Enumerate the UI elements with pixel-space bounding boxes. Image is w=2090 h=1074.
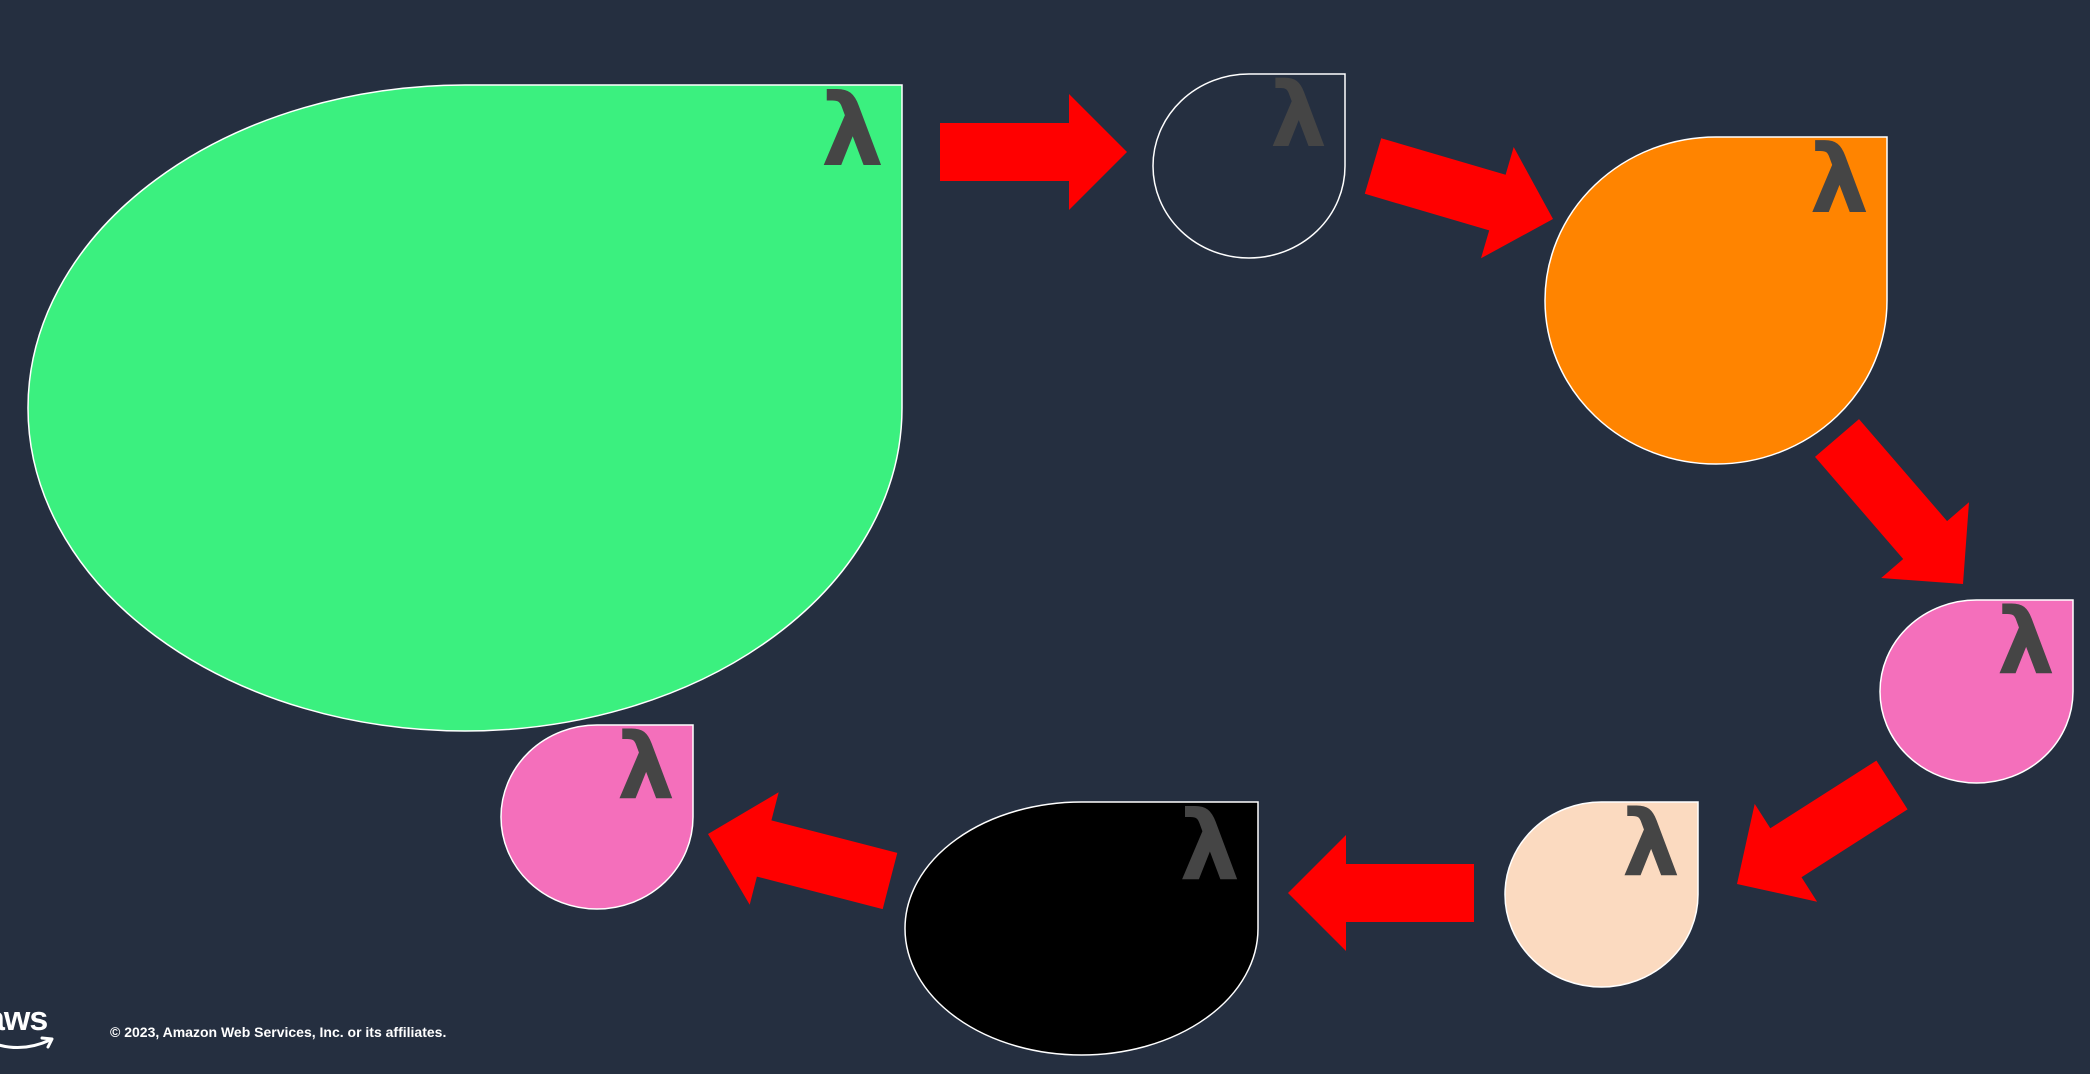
node-orange: λ — [1544, 126, 1888, 465]
aws-smile-icon — [0, 1036, 54, 1049]
lambda-icon: λ — [617, 714, 675, 821]
lambda-icon: λ — [1270, 63, 1327, 168]
node-pink-left: λ — [500, 714, 694, 910]
node-black: λ — [904, 790, 1259, 1056]
lambda-icon: λ — [821, 72, 884, 189]
flow-arrow-3 — [1815, 419, 1969, 584]
slide: λ λ λ λ λ λ λ aws © 2023, Amazon Web Services,… — [0, 0, 2090, 1074]
node-green: λ — [27, 72, 903, 732]
lambda-flow-diagram: λ λ λ λ λ λ λ — [27, 63, 2074, 1056]
aws-logo: aws — [0, 1000, 60, 1056]
copyright-text: © 2023, Amazon Web Services, Inc. or its… — [110, 1024, 447, 1040]
flow-arrow-5 — [1288, 835, 1474, 951]
lambda-icon: λ — [1810, 126, 1869, 235]
node-green-shape — [27, 84, 903, 732]
lambda-icon: λ — [1997, 589, 2055, 696]
lambda-icon: λ — [1622, 791, 1680, 898]
node-peach: λ — [1504, 791, 1699, 988]
flow-arrow-2 — [1364, 138, 1553, 259]
lambda-icon: λ — [1179, 790, 1240, 902]
node-pink-right: λ — [1879, 589, 2074, 784]
node-outline: λ — [1152, 63, 1346, 259]
flow-arrow-4 — [1737, 760, 1908, 902]
flow-arrow-6 — [708, 792, 898, 910]
flow-arrow-1 — [940, 94, 1127, 210]
